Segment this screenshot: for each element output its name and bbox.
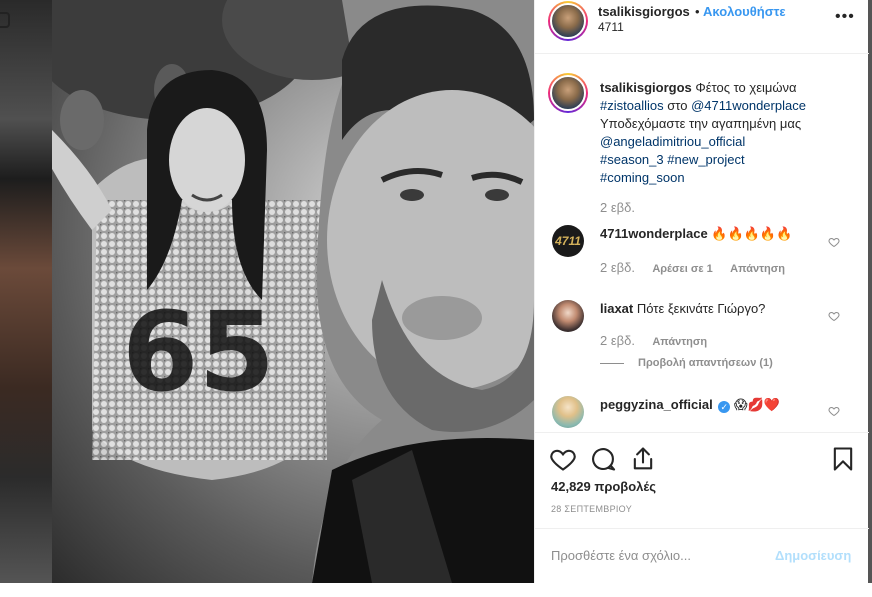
comment-text: peggyzina_official ✓ 😱💋❤️ <box>600 396 780 414</box>
verified-badge-icon: ✓ <box>718 401 731 413</box>
replies-divider-line <box>600 362 624 364</box>
comment-avatar[interactable] <box>552 396 584 428</box>
caption-username[interactable]: tsalikisgiorgos <box>600 80 692 95</box>
mention-link[interactable]: @angeladimitriou_official <box>600 134 745 149</box>
caption-timestamp[interactable]: 2 εβδ. <box>600 200 635 215</box>
reply-button[interactable]: Απάντηση <box>730 263 785 275</box>
comment-meta: 2 εβδ. Απάντηση <box>600 333 721 348</box>
comment-text: liaxat Πότε ξεκινάτε Γιώργο? <box>600 300 765 318</box>
location-link[interactable]: 4711 <box>598 20 624 34</box>
follow-button[interactable]: Ακολουθήστε <box>703 4 786 19</box>
author-avatar[interactable] <box>548 1 588 41</box>
post-video[interactable]: 65 <box>52 0 534 583</box>
comment-input[interactable] <box>551 545 761 565</box>
comment-meta: 2 εβδ. Αρέσει σε 1 Απάντηση <box>600 260 799 275</box>
comment-username[interactable]: liaxat <box>600 301 633 316</box>
reply-button[interactable]: Απάντηση <box>652 336 707 348</box>
header-separator: • <box>695 4 700 19</box>
comment-username[interactable]: peggyzina_official <box>600 397 713 412</box>
hashtag-link[interactable]: #coming_soon <box>600 170 685 185</box>
svg-text:65: 65 <box>122 288 275 416</box>
background-bottom-strip <box>0 583 872 597</box>
view-replies-label: Προβολή απαντήσεων (1) <box>638 357 773 369</box>
comment-like-icon[interactable] <box>828 405 840 417</box>
post-comment-button[interactable]: Δημοσίευση <box>775 548 851 563</box>
author-username[interactable]: tsalikisgiorgos <box>598 4 690 19</box>
hashtag-link[interactable]: #zistoallios <box>600 98 664 113</box>
comment-body: Πότε ξεκινάτε Γιώργο? <box>636 301 766 316</box>
comment-avatar[interactable]: 4711 <box>552 225 584 257</box>
mention-link[interactable]: @4711wonderplace <box>691 98 806 113</box>
more-options-icon[interactable]: ••• <box>835 8 855 25</box>
caption-text-part: Φέτος το χειμώνα <box>695 80 797 95</box>
comment-text: 4711wonderplace 🔥🔥🔥🔥🔥 <box>600 225 792 243</box>
comment-timestamp[interactable]: 2 εβδ. <box>600 260 635 275</box>
comment-username[interactable]: 4711wonderplace <box>600 226 708 241</box>
comments-list[interactable]: tsalikisgiorgos Φέτος το χειμώνα #zistoa… <box>535 55 869 431</box>
post-header: tsalikisgiorgos • Ακολουθήστε 4711 ••• <box>535 0 869 54</box>
caption-text: tsalikisgiorgos Φέτος το χειμώνα #zistoa… <box>600 79 850 187</box>
like-icon[interactable] <box>549 445 577 473</box>
post-details-panel: tsalikisgiorgos • Ακολουθήστε 4711 ••• t… <box>534 0 869 583</box>
save-icon[interactable] <box>829 445 857 473</box>
comment-likes[interactable]: Αρέσει σε 1 <box>652 263 713 275</box>
post-date[interactable]: 28 ΣΕΠΤΕΜΒΡΙΟΥ <box>551 504 632 514</box>
comment-avatar[interactable] <box>552 300 584 332</box>
comment-body: 🔥🔥🔥🔥🔥 <box>711 226 793 241</box>
background-overlay-left <box>0 0 52 597</box>
view-replies-button[interactable]: Προβολή απαντήσεων (1) <box>600 357 773 369</box>
hashtag-link[interactable]: #new_project <box>667 152 744 167</box>
background-logo-fragment <box>0 12 10 28</box>
comment-like-icon[interactable] <box>828 236 840 248</box>
comment-like-icon[interactable] <box>828 310 840 322</box>
add-comment-section: Δημοσίευση <box>535 528 869 583</box>
caption-text-part: στο <box>667 98 688 113</box>
comment-icon[interactable] <box>589 445 617 473</box>
comment-body: 😱💋❤️ <box>733 397 780 412</box>
share-icon[interactable] <box>629 445 657 473</box>
caption-text-part: Υποδεχόμαστε την αγαπημένη μας <box>600 116 802 131</box>
hashtag-link[interactable]: #season_3 <box>600 152 664 167</box>
comment-timestamp[interactable]: 2 εβδ. <box>600 333 635 348</box>
video-frame: 65 <box>52 0 534 583</box>
post-actions: 42,829 προβολές 28 ΣΕΠΤΕΜΒΡΙΟΥ <box>535 432 869 528</box>
view-count[interactable]: 42,829 προβολές <box>551 479 656 494</box>
caption-avatar[interactable] <box>548 73 588 113</box>
